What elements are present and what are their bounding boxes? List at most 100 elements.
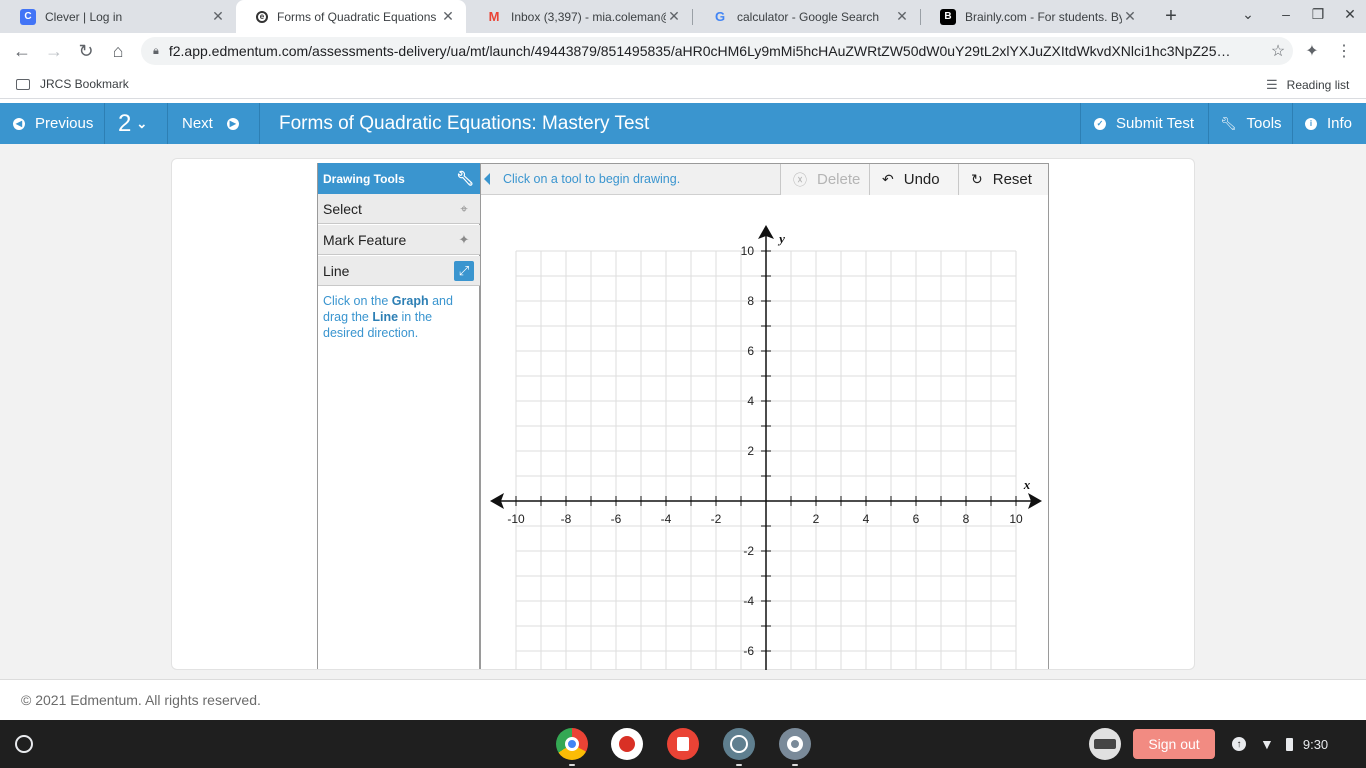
previous-button[interactable]: ◀ Previous <box>13 103 93 144</box>
previous-label: Previous <box>35 115 94 132</box>
tool-mark-feature[interactable]: Mark Feature ✦ <box>318 225 480 255</box>
reading-list-label: Reading list <box>1286 78 1350 92</box>
folder-icon <box>16 78 30 90</box>
system-tray[interactable]: ↑ ▼ 9:30 <box>1232 729 1358 759</box>
pointer-icon: ⌖ <box>460 201 468 216</box>
browser-tab-google[interactable]: G calculator - Google Search ✕ <box>692 0 920 33</box>
settings-gear-icon[interactable] <box>779 728 811 760</box>
user-avatar[interactable] <box>1089 728 1121 760</box>
extensions-puzzle-icon[interactable]: ✦ <box>1301 41 1323 61</box>
bookmark-star-icon[interactable]: ☆ <box>1263 41 1293 61</box>
home-icon[interactable]: ⌂ <box>106 39 130 63</box>
x-tick-label: 6 <box>913 512 920 526</box>
forward-arrow-icon[interactable]: → <box>42 39 66 63</box>
tab-title: calculator - Google Search <box>737 9 880 24</box>
footer: © 2021 Edmentum. All rights reserved. <box>0 679 1366 720</box>
browser-tab-edmentum[interactable]: e Forms of Quadratic Equations ✕ <box>236 0 466 33</box>
x-tick-label: -6 <box>611 512 622 526</box>
collapse-triangle-icon[interactable] <box>484 173 490 185</box>
screen-recorder-icon[interactable] <box>611 728 643 760</box>
tool-label: Select <box>323 200 362 217</box>
crosshair-icon: ✦ <box>458 232 470 247</box>
app-running-indicator <box>569 764 575 766</box>
info-button[interactable]: i Info <box>1305 103 1352 144</box>
reload-icon[interactable]: ↻ <box>74 39 98 63</box>
arrow-left-circle-icon: ◀ <box>13 117 25 130</box>
drawing-tools-panel: Drawing Tools 🔧︎ Select ⌖ Mark Feature ✦… <box>317 163 481 669</box>
close-tab-icon[interactable]: ✕ <box>440 8 456 25</box>
close-tab-icon[interactable]: ✕ <box>210 8 226 25</box>
close-tab-icon[interactable]: ✕ <box>666 8 682 25</box>
wrench-icon: 🔧︎ <box>1220 115 1237 131</box>
graph-status-message: Click on a tool to begin drawing. <box>503 172 681 186</box>
tab-title: Brainly.com - For students. By <box>965 9 1122 24</box>
hint-bold: Line <box>372 310 399 324</box>
check-circle-icon: ✓ <box>1094 117 1106 130</box>
tab-search-icon[interactable]: ⌄ <box>1238 6 1258 23</box>
new-tab-icon[interactable]: + <box>1160 5 1182 27</box>
url-text: f2.app.edmentum.com/assessments-delivery… <box>168 43 1231 59</box>
clock-time: 9:30 <box>1302 736 1329 752</box>
coordinate-grid[interactable]: -10 -8 -6 -4 -2 2 4 6 8 10 10 8 6 4 2 -2 -4 -6 x y <box>481 195 1049 670</box>
x-tick-label: 2 <box>813 512 820 526</box>
pdf-app-icon[interactable] <box>667 728 699 760</box>
more-menu-icon[interactable]: ⋮ <box>1333 41 1355 61</box>
brainly-favicon-icon: B <box>940 8 956 25</box>
minimize-icon[interactable]: – <box>1276 6 1296 22</box>
browser-tab-brainly[interactable]: B Brainly.com - For students. By ✕ <box>920 0 1148 33</box>
x-tick-label: -10 <box>507 512 525 526</box>
bookmark-label: JRCS Bookmark <box>40 77 129 91</box>
browser-toolbar: ← → ↻ ⌂ 🔒︎ f2.app.edmentum.com/assessmen… <box>0 33 1366 69</box>
y-axis-label: y <box>777 231 785 246</box>
arrow-right-circle-icon: ▶ <box>226 117 239 130</box>
sign-out-button[interactable]: Sign out <box>1133 729 1215 759</box>
bookmark-jrcs[interactable]: JRCS Bookmark <box>16 77 129 91</box>
line-tool-icon: ⤢ <box>454 261 474 281</box>
restore-icon[interactable]: ❐ <box>1308 6 1328 23</box>
browser-tab-clever[interactable]: C Clever | Log in ✕ <box>0 0 236 33</box>
divider <box>1080 103 1081 144</box>
y-tick-label: -4 <box>743 594 754 608</box>
reset-button[interactable]: ↻ Reset <box>958 164 1048 195</box>
os-shelf: Sign out ↑ ▼ 9:30 <box>0 720 1366 768</box>
tool-line[interactable]: Line ⤢ <box>318 256 480 286</box>
test-header: ◀ Previous 2 ⌄ Next ▶ Forms of Quadratic… <box>0 103 1366 144</box>
wifi-icon: ▼ <box>1260 736 1274 752</box>
edmentum-favicon-icon: e <box>256 10 268 23</box>
drawing-tools-header: Drawing Tools 🔧︎ <box>318 163 480 194</box>
graph-area: Click on a tool to begin drawing. ⓧ Dele… <box>481 163 1049 670</box>
reset-icon: ↻ <box>971 171 983 187</box>
chevron-down-icon: ⌄ <box>136 115 148 131</box>
reading-list[interactable]: ☰ Reading list <box>1266 77 1349 93</box>
tool-hint: Click on the Graph and drag the Line in … <box>323 293 473 341</box>
drawing-tools-heading: Drawing Tools <box>323 171 405 186</box>
y-tick-label: -6 <box>743 644 754 658</box>
tool-label: Line <box>323 262 350 279</box>
x-tick-label: -4 <box>661 512 672 526</box>
close-tab-icon[interactable]: ✕ <box>894 8 910 25</box>
question-number-dropdown[interactable]: 2 ⌄ <box>118 103 147 144</box>
battery-icon <box>1285 737 1293 751</box>
tools-label: Tools <box>1246 115 1282 132</box>
chrome-app-icon[interactable] <box>556 728 588 760</box>
close-tab-icon[interactable]: ✕ <box>1122 8 1138 25</box>
launcher-icon[interactable] <box>15 735 33 753</box>
tool-label: Mark Feature <box>323 231 407 248</box>
delete-button[interactable]: ⓧ Delete <box>780 164 869 195</box>
tool-select[interactable]: Select ⌖ <box>318 194 480 224</box>
download-icon: ↑ <box>1232 737 1246 751</box>
next-button[interactable]: Next ▶ <box>182 103 239 144</box>
browser-tab-gmail[interactable]: M Inbox (3,397) - mia.coleman@ ✕ <box>466 0 692 33</box>
close-window-icon[interactable]: ✕ <box>1340 6 1360 23</box>
submit-test-button[interactable]: ✓ Submit Test <box>1094 103 1194 144</box>
address-bar[interactable]: 🔒︎ f2.app.edmentum.com/assessments-deliv… <box>141 37 1293 65</box>
divider <box>1208 103 1209 144</box>
google-favicon-icon: G <box>714 9 726 24</box>
owl-app-icon[interactable] <box>723 728 755 760</box>
x-tick-label: 10 <box>1009 512 1023 526</box>
tools-button[interactable]: 🔧︎ Tools <box>1220 103 1282 144</box>
undo-label: Undo <box>903 171 940 188</box>
undo-button[interactable]: ↶ Undo <box>869 164 958 195</box>
delete-label: Delete <box>817 171 861 188</box>
back-arrow-icon[interactable]: ← <box>10 39 34 63</box>
